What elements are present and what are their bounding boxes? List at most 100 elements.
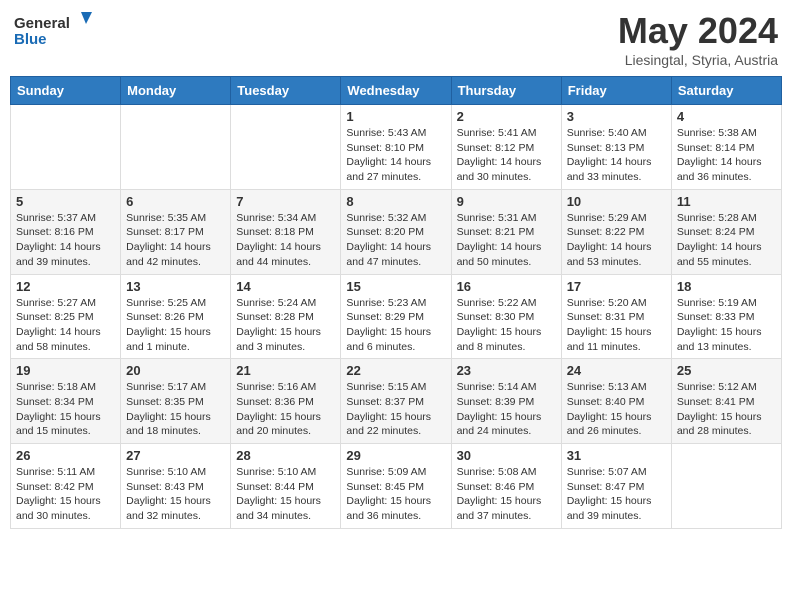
- day-number: 11: [677, 194, 776, 209]
- calendar-cell: 4 Sunrise: 5:38 AMSunset: 8:14 PMDaylight…: [671, 105, 781, 190]
- day-number: 24: [567, 363, 666, 378]
- day-info: Sunrise: 5:11 AMSunset: 8:42 PMDaylight:…: [16, 465, 115, 524]
- calendar-cell: 17Sunrise: 5:20 AMSunset: 8:31 PMDayligh…: [561, 274, 671, 359]
- calendar-cell: 20Sunrise: 5:17 AMSunset: 8:35 PMDayligh…: [121, 359, 231, 444]
- month-title: May 2024: [618, 10, 778, 52]
- day-number: 4: [677, 109, 776, 124]
- title-block: May 2024 Liesingtal, Styria, Austria: [618, 10, 778, 68]
- day-info: Sunrise: 5:25 AMSunset: 8:26 PMDaylight:…: [126, 296, 225, 355]
- location: Liesingtal, Styria, Austria: [618, 52, 778, 68]
- calendar-cell: 10 Sunrise: 5:29 AMSunset: 8:22 PMDayligh…: [561, 189, 671, 274]
- day-number: 18: [677, 279, 776, 294]
- day-info: Sunrise: 5:16 AMSunset: 8:36 PMDaylight:…: [236, 380, 335, 439]
- day-info: Sunrise: 5:17 AMSunset: 8:35 PMDaylight:…: [126, 380, 225, 439]
- day-info: Sunrise: 5:13 AMSunset: 8:40 PMDaylight:…: [567, 380, 666, 439]
- day-number: 2: [457, 109, 556, 124]
- day-number: 19: [16, 363, 115, 378]
- day-info: Sunrise: 5:38 AMSunset: 8:14 PMDaylight:…: [677, 126, 776, 185]
- calendar-cell: 22 Sunrise: 5:15 AMSunset: 8:37 PMDayligh…: [341, 359, 451, 444]
- calendar-cell: 26 Sunrise: 5:11 AMSunset: 8:42 PMDayligh…: [11, 444, 121, 529]
- day-info: Sunrise: 5:23 AMSunset: 8:29 PMDaylight:…: [346, 296, 445, 355]
- day-info: Sunrise: 5:14 AMSunset: 8:39 PMDaylight:…: [457, 380, 556, 439]
- calendar-cell: 31 Sunrise: 5:07 AMSunset: 8:47 PMDayligh…: [561, 444, 671, 529]
- calendar-cell: 25 Sunrise: 5:12 AMSunset: 8:41 PMDayligh…: [671, 359, 781, 444]
- col-header-wednesday: Wednesday: [341, 77, 451, 105]
- day-number: 22: [346, 363, 445, 378]
- day-info: Sunrise: 5:40 AMSunset: 8:13 PMDaylight:…: [567, 126, 666, 185]
- day-number: 9: [457, 194, 556, 209]
- day-number: 16: [457, 279, 556, 294]
- day-number: 21: [236, 363, 335, 378]
- calendar-cell: 29Sunrise: 5:09 AMSunset: 8:45 PMDayligh…: [341, 444, 451, 529]
- day-number: 27: [126, 448, 225, 463]
- day-number: 31: [567, 448, 666, 463]
- calendar-cell: 13 Sunrise: 5:25 AMSunset: 8:26 PMDayligh…: [121, 274, 231, 359]
- calendar-cell: 14Sunrise: 5:24 AMSunset: 8:28 PMDayligh…: [231, 274, 341, 359]
- day-info: Sunrise: 5:29 AMSunset: 8:22 PMDaylight:…: [567, 211, 666, 270]
- calendar-cell: [671, 444, 781, 529]
- day-number: 23: [457, 363, 556, 378]
- day-number: 26: [16, 448, 115, 463]
- calendar-cell: 27 Sunrise: 5:10 AMSunset: 8:43 PMDayligh…: [121, 444, 231, 529]
- day-info: Sunrise: 5:10 AMSunset: 8:43 PMDaylight:…: [126, 465, 225, 524]
- day-info: Sunrise: 5:27 AMSunset: 8:25 PMDaylight:…: [16, 296, 115, 355]
- calendar-cell: [121, 105, 231, 190]
- day-info: Sunrise: 5:37 AMSunset: 8:16 PMDaylight:…: [16, 211, 115, 270]
- logo: General Blue: [14, 10, 94, 54]
- col-header-saturday: Saturday: [671, 77, 781, 105]
- day-number: 25: [677, 363, 776, 378]
- col-header-thursday: Thursday: [451, 77, 561, 105]
- col-header-friday: Friday: [561, 77, 671, 105]
- svg-text:Blue: Blue: [14, 31, 47, 48]
- day-info: Sunrise: 5:12 AMSunset: 8:41 PMDaylight:…: [677, 380, 776, 439]
- calendar-cell: 24 Sunrise: 5:13 AMSunset: 8:40 PMDayligh…: [561, 359, 671, 444]
- calendar-cell: 8 Sunrise: 5:32 AMSunset: 8:20 PMDaylight…: [341, 189, 451, 274]
- day-number: 12: [16, 279, 115, 294]
- calendar-table: SundayMondayTuesdayWednesdayThursdayFrid…: [10, 76, 782, 529]
- day-info: Sunrise: 5:32 AMSunset: 8:20 PMDaylight:…: [346, 211, 445, 270]
- day-number: 8: [346, 194, 445, 209]
- day-number: 13: [126, 279, 225, 294]
- day-info: Sunrise: 5:43 AMSunset: 8:10 PMDaylight:…: [346, 126, 445, 185]
- page-header: General Blue May 2024 Liesingtal, Styria…: [10, 10, 782, 68]
- day-number: 30: [457, 448, 556, 463]
- svg-text:General: General: [14, 15, 70, 32]
- calendar-cell: 11 Sunrise: 5:28 AMSunset: 8:24 PMDayligh…: [671, 189, 781, 274]
- day-number: 17: [567, 279, 666, 294]
- day-info: Sunrise: 5:07 AMSunset: 8:47 PMDaylight:…: [567, 465, 666, 524]
- day-info: Sunrise: 5:31 AMSunset: 8:21 PMDaylight:…: [457, 211, 556, 270]
- calendar-cell: 23 Sunrise: 5:14 AMSunset: 8:39 PMDayligh…: [451, 359, 561, 444]
- day-number: 1: [346, 109, 445, 124]
- day-number: 6: [126, 194, 225, 209]
- day-number: 5: [16, 194, 115, 209]
- day-info: Sunrise: 5:41 AMSunset: 8:12 PMDaylight:…: [457, 126, 556, 185]
- day-info: Sunrise: 5:15 AMSunset: 8:37 PMDaylight:…: [346, 380, 445, 439]
- calendar-cell: 7Sunrise: 5:34 AMSunset: 8:18 PMDaylight…: [231, 189, 341, 274]
- day-number: 29: [346, 448, 445, 463]
- calendar-cell: 6 Sunrise: 5:35 AMSunset: 8:17 PMDaylight…: [121, 189, 231, 274]
- logo-svg: General Blue: [14, 10, 94, 54]
- calendar-cell: 30 Sunrise: 5:08 AMSunset: 8:46 PMDayligh…: [451, 444, 561, 529]
- day-info: Sunrise: 5:08 AMSunset: 8:46 PMDaylight:…: [457, 465, 556, 524]
- col-header-tuesday: Tuesday: [231, 77, 341, 105]
- day-number: 28: [236, 448, 335, 463]
- calendar-cell: 5 Sunrise: 5:37 AMSunset: 8:16 PMDaylight…: [11, 189, 121, 274]
- calendar-cell: [11, 105, 121, 190]
- col-header-sunday: Sunday: [11, 77, 121, 105]
- calendar-cell: 28 Sunrise: 5:10 AMSunset: 8:44 PMDayligh…: [231, 444, 341, 529]
- calendar-cell: 12 Sunrise: 5:27 AMSunset: 8:25 PMDayligh…: [11, 274, 121, 359]
- calendar-cell: 9 Sunrise: 5:31 AMSunset: 8:21 PMDaylight…: [451, 189, 561, 274]
- day-info: Sunrise: 5:35 AMSunset: 8:17 PMDaylight:…: [126, 211, 225, 270]
- calendar-cell: 15 Sunrise: 5:23 AMSunset: 8:29 PMDayligh…: [341, 274, 451, 359]
- day-number: 3: [567, 109, 666, 124]
- day-info: Sunrise: 5:24 AMSunset: 8:28 PMDaylight:…: [236, 296, 335, 355]
- day-number: 7: [236, 194, 335, 209]
- calendar-cell: 2 Sunrise: 5:41 AMSunset: 8:12 PMDaylight…: [451, 105, 561, 190]
- calendar-cell: 16Sunrise: 5:22 AMSunset: 8:30 PMDayligh…: [451, 274, 561, 359]
- calendar-cell: 18Sunrise: 5:19 AMSunset: 8:33 PMDayligh…: [671, 274, 781, 359]
- day-info: Sunrise: 5:28 AMSunset: 8:24 PMDaylight:…: [677, 211, 776, 270]
- day-number: 10: [567, 194, 666, 209]
- calendar-cell: 3 Sunrise: 5:40 AMSunset: 8:13 PMDaylight…: [561, 105, 671, 190]
- day-info: Sunrise: 5:10 AMSunset: 8:44 PMDaylight:…: [236, 465, 335, 524]
- day-number: 15: [346, 279, 445, 294]
